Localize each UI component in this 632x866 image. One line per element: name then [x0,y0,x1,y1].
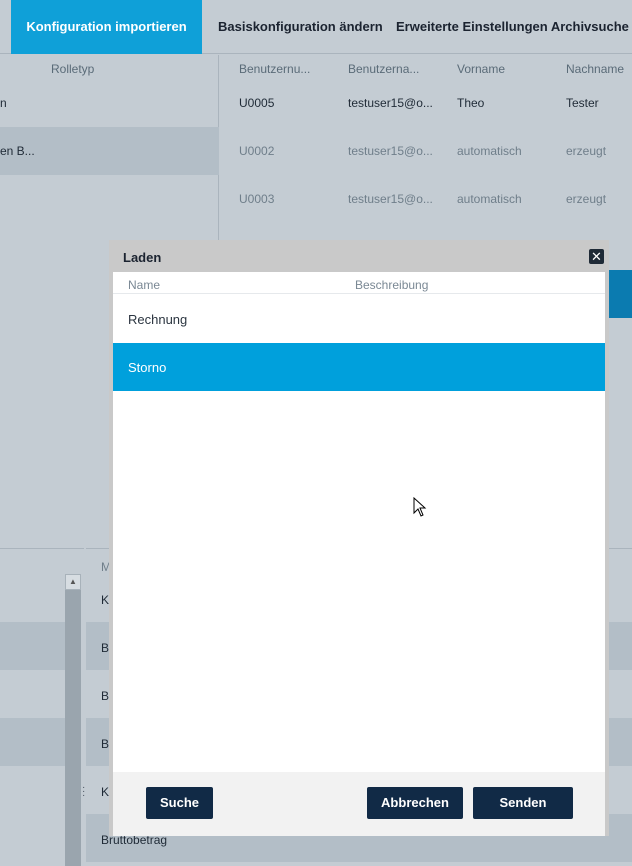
column-header-vorname[interactable]: Vorname [457,62,505,76]
cell-text: n [0,96,7,110]
tab-basiskonfiguration-aendern[interactable]: Basiskonfiguration ändern [218,0,383,54]
send-button[interactable]: Senden [473,787,573,819]
scroll-up-icon[interactable]: ▲ [65,574,81,590]
cell-benutzernummer[interactable]: U0002 [239,144,274,158]
column-header-benutzername[interactable]: Benutzerna... [348,62,419,76]
list-item-name: Rechnung [128,312,188,327]
list-item-name: Storno [128,360,167,375]
tab-erweiterte-einstellungen[interactable]: Erweiterte Einstellungen Archivsuche [396,0,629,54]
cell-text: en B... [0,144,35,158]
cell-vorname[interactable]: automatisch [457,144,522,158]
column-header-beschreibung[interactable]: Beschreibung [355,278,428,292]
cell-text: B [101,641,110,655]
cell-benutzername[interactable]: testuser15@o... [348,144,433,158]
drag-handle-icon[interactable]: · · · [82,783,85,801]
column-header-nachname[interactable]: Nachname [566,62,624,76]
column-header-rolletyp[interactable]: Rolletyp [51,62,94,76]
list-item[interactable] [0,718,65,766]
load-dialog: Laden ✕ Name Beschreibung Rechnung Storn… [109,240,609,836]
mouse-cursor-icon [413,497,427,517]
column-header-benutzernummer[interactable]: Benutzernu... [239,62,310,76]
list-item-rechnung[interactable]: Rechnung [113,295,605,343]
cell-vorname[interactable]: automatisch [457,192,522,206]
cell-text: B [101,737,110,751]
cell-text: K [101,785,110,799]
cell-text: B [101,689,110,703]
cell-benutzernummer[interactable]: U0003 [239,192,274,206]
list-item-storno[interactable]: Storno [113,343,605,391]
cell-nachname[interactable]: Tester [566,96,599,110]
cell-vorname[interactable]: Theo [457,96,484,110]
table-row[interactable]: en B... [0,127,219,175]
search-button[interactable]: Suche [146,787,213,819]
list-item[interactable] [0,622,65,670]
cell-benutzernummer[interactable]: U0005 [239,96,274,110]
cell-nachname[interactable]: erzeugt [566,192,606,206]
cell-nachname[interactable]: erzeugt [566,144,606,158]
side-action-button[interactable] [605,270,632,318]
dialog-titlebar[interactable]: Laden ✕ [113,240,605,272]
tab-bar: Konfiguration importieren Basiskonfigura… [0,0,632,54]
cell-benutzername[interactable]: testuser15@o... [348,192,433,206]
column-header-name[interactable]: Name [128,278,160,292]
table-row[interactable]: n [0,79,219,127]
vertical-scrollbar[interactable] [65,574,81,866]
cell-benutzername[interactable]: testuser15@o... [348,96,433,110]
dialog-title: Laden [123,250,162,265]
close-icon[interactable]: ✕ [589,249,604,264]
tab-konfiguration-importieren[interactable]: Konfiguration importieren [11,0,202,54]
cell-text: K [101,593,110,607]
cancel-button[interactable]: Abbrechen [367,787,463,819]
